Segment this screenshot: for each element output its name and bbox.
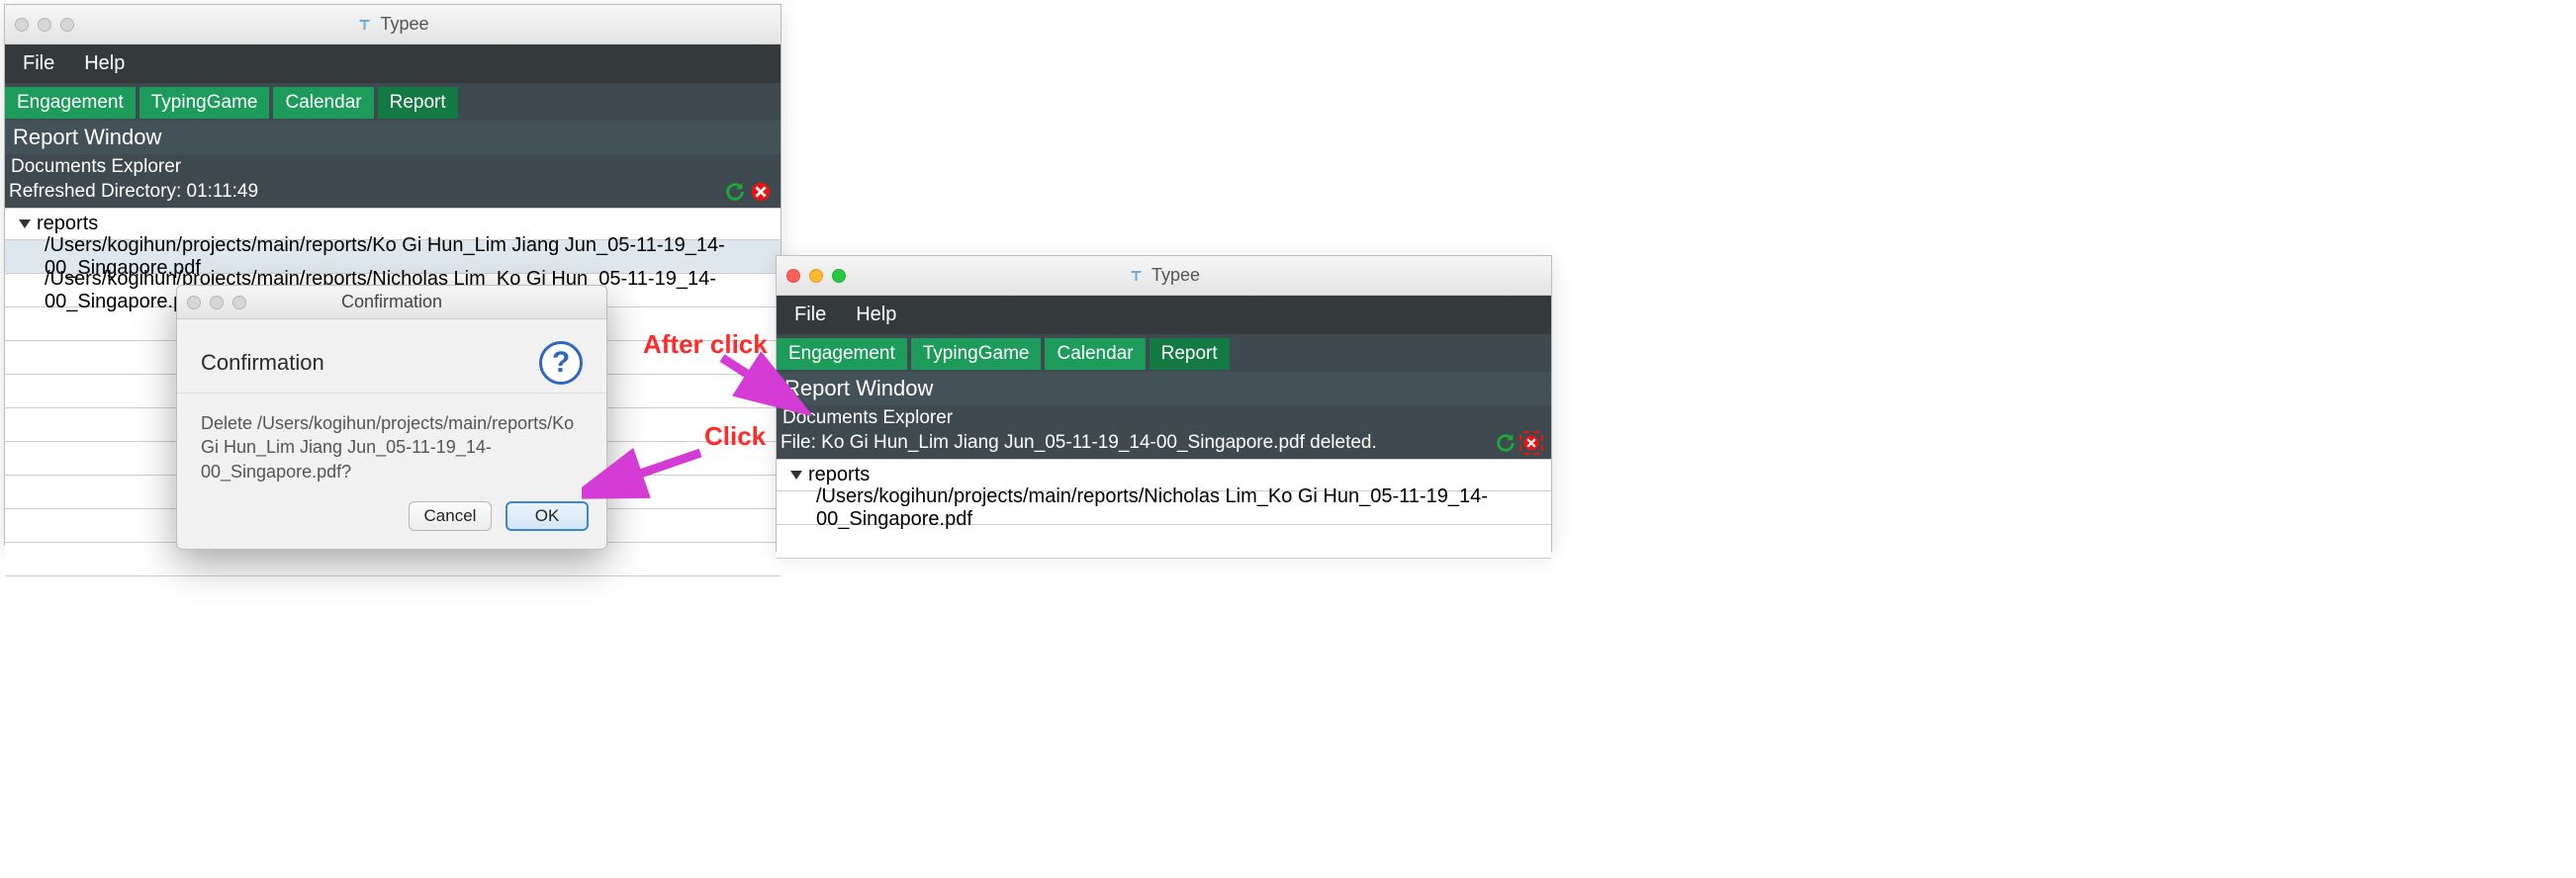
dialog-heading: Confirmation — [201, 350, 324, 376]
menubar: File Help — [5, 44, 781, 83]
menu-file[interactable]: File — [23, 52, 54, 75]
section-title: Report Window — [5, 121, 781, 154]
app-title-text: Typee — [1151, 265, 1200, 286]
ok-button[interactable]: OK — [506, 501, 589, 531]
documents-explorer-label: Documents Explorer — [777, 405, 1551, 429]
tab-calendar[interactable]: Calendar — [273, 87, 373, 119]
status-row: Refreshed Directory: 01:11:49 — [5, 178, 781, 208]
right-window: Typee File Help Engagement TypingGame Ca… — [776, 255, 1552, 552]
disclosure-triangle-icon[interactable] — [790, 471, 802, 480]
close-dot[interactable] — [15, 18, 29, 32]
file-tree: reports /Users/kogihun/projects/main/rep… — [777, 459, 1551, 559]
dialog-buttons: Cancel OK — [177, 489, 606, 549]
refreshed-label: Refreshed Directory: 01:11:49 — [9, 181, 258, 203]
tab-typinggame[interactable]: TypingGame — [139, 87, 270, 119]
refresh-icon[interactable] — [1494, 431, 1518, 455]
dialog-titlebar[interactable]: Confirmation — [177, 286, 606, 319]
annotation-click: Click — [704, 421, 766, 452]
close-dot[interactable] — [786, 269, 800, 283]
dialog-header-row: Confirmation ? — [177, 319, 606, 394]
titlebar[interactable]: Typee — [5, 5, 781, 44]
documents-explorer-label: Documents Explorer — [5, 154, 781, 178]
zoom-dot[interactable] — [60, 18, 74, 32]
delete-icon[interactable] — [749, 180, 773, 204]
deleted-status: File: Ko Gi Hun_Lim Jiang Jun_05-11-19_1… — [781, 432, 1377, 454]
tab-calendar[interactable]: Calendar — [1045, 338, 1145, 370]
dialog-title: Confirmation — [341, 292, 442, 312]
arrow-after-click-icon — [712, 348, 811, 417]
tabbar: Engagement TypingGame Calendar Report — [777, 334, 1551, 372]
tree-root-label: reports — [808, 464, 870, 486]
menu-help[interactable]: Help — [84, 52, 125, 75]
minimize-dot[interactable] — [210, 296, 224, 309]
file-path: /Users/kogihun/projects/main/reports/Nic… — [816, 485, 1512, 531]
tree-root-label: reports — [37, 213, 98, 235]
window-title: Typee — [1128, 265, 1200, 286]
arrow-click-icon — [582, 447, 710, 506]
tab-report[interactable]: Report — [1150, 338, 1230, 370]
section-title: Report Window — [777, 372, 1551, 405]
confirmation-dialog: Confirmation Confirmation ? Delete /User… — [176, 285, 607, 550]
app-title-text: Typee — [380, 14, 428, 35]
dialog-message: Delete /Users/kogihun/projects/main/repo… — [177, 394, 606, 489]
dialog-window-controls — [187, 296, 246, 309]
menubar: File Help — [777, 296, 1551, 334]
minimize-dot[interactable] — [38, 18, 51, 32]
app-icon — [356, 17, 372, 33]
zoom-dot[interactable] — [832, 269, 846, 283]
cancel-button[interactable]: Cancel — [409, 501, 492, 531]
window-title: Typee — [356, 14, 428, 35]
menu-help[interactable]: Help — [856, 304, 896, 326]
zoom-dot[interactable] — [232, 296, 246, 309]
question-mark-icon: ? — [539, 341, 583, 385]
disclosure-triangle-icon[interactable] — [19, 220, 31, 228]
window-controls — [786, 269, 846, 283]
titlebar[interactable]: Typee — [777, 256, 1551, 296]
close-dot[interactable] — [187, 296, 201, 309]
status-row: File: Ko Gi Hun_Lim Jiang Jun_05-11-19_1… — [777, 429, 1551, 459]
app-icon — [1128, 268, 1144, 284]
tabbar: Engagement TypingGame Calendar Report — [5, 83, 781, 121]
refresh-icon[interactable] — [723, 180, 747, 204]
delete-icon[interactable] — [1519, 431, 1543, 455]
window-controls — [15, 18, 74, 32]
menu-file[interactable]: File — [794, 304, 826, 326]
tab-engagement[interactable]: Engagement — [5, 87, 136, 119]
minimize-dot[interactable] — [809, 269, 823, 283]
file-row[interactable]: /Users/kogihun/projects/main/reports/Nic… — [777, 491, 1551, 525]
tab-typinggame[interactable]: TypingGame — [911, 338, 1042, 370]
tab-report[interactable]: Report — [378, 87, 458, 119]
